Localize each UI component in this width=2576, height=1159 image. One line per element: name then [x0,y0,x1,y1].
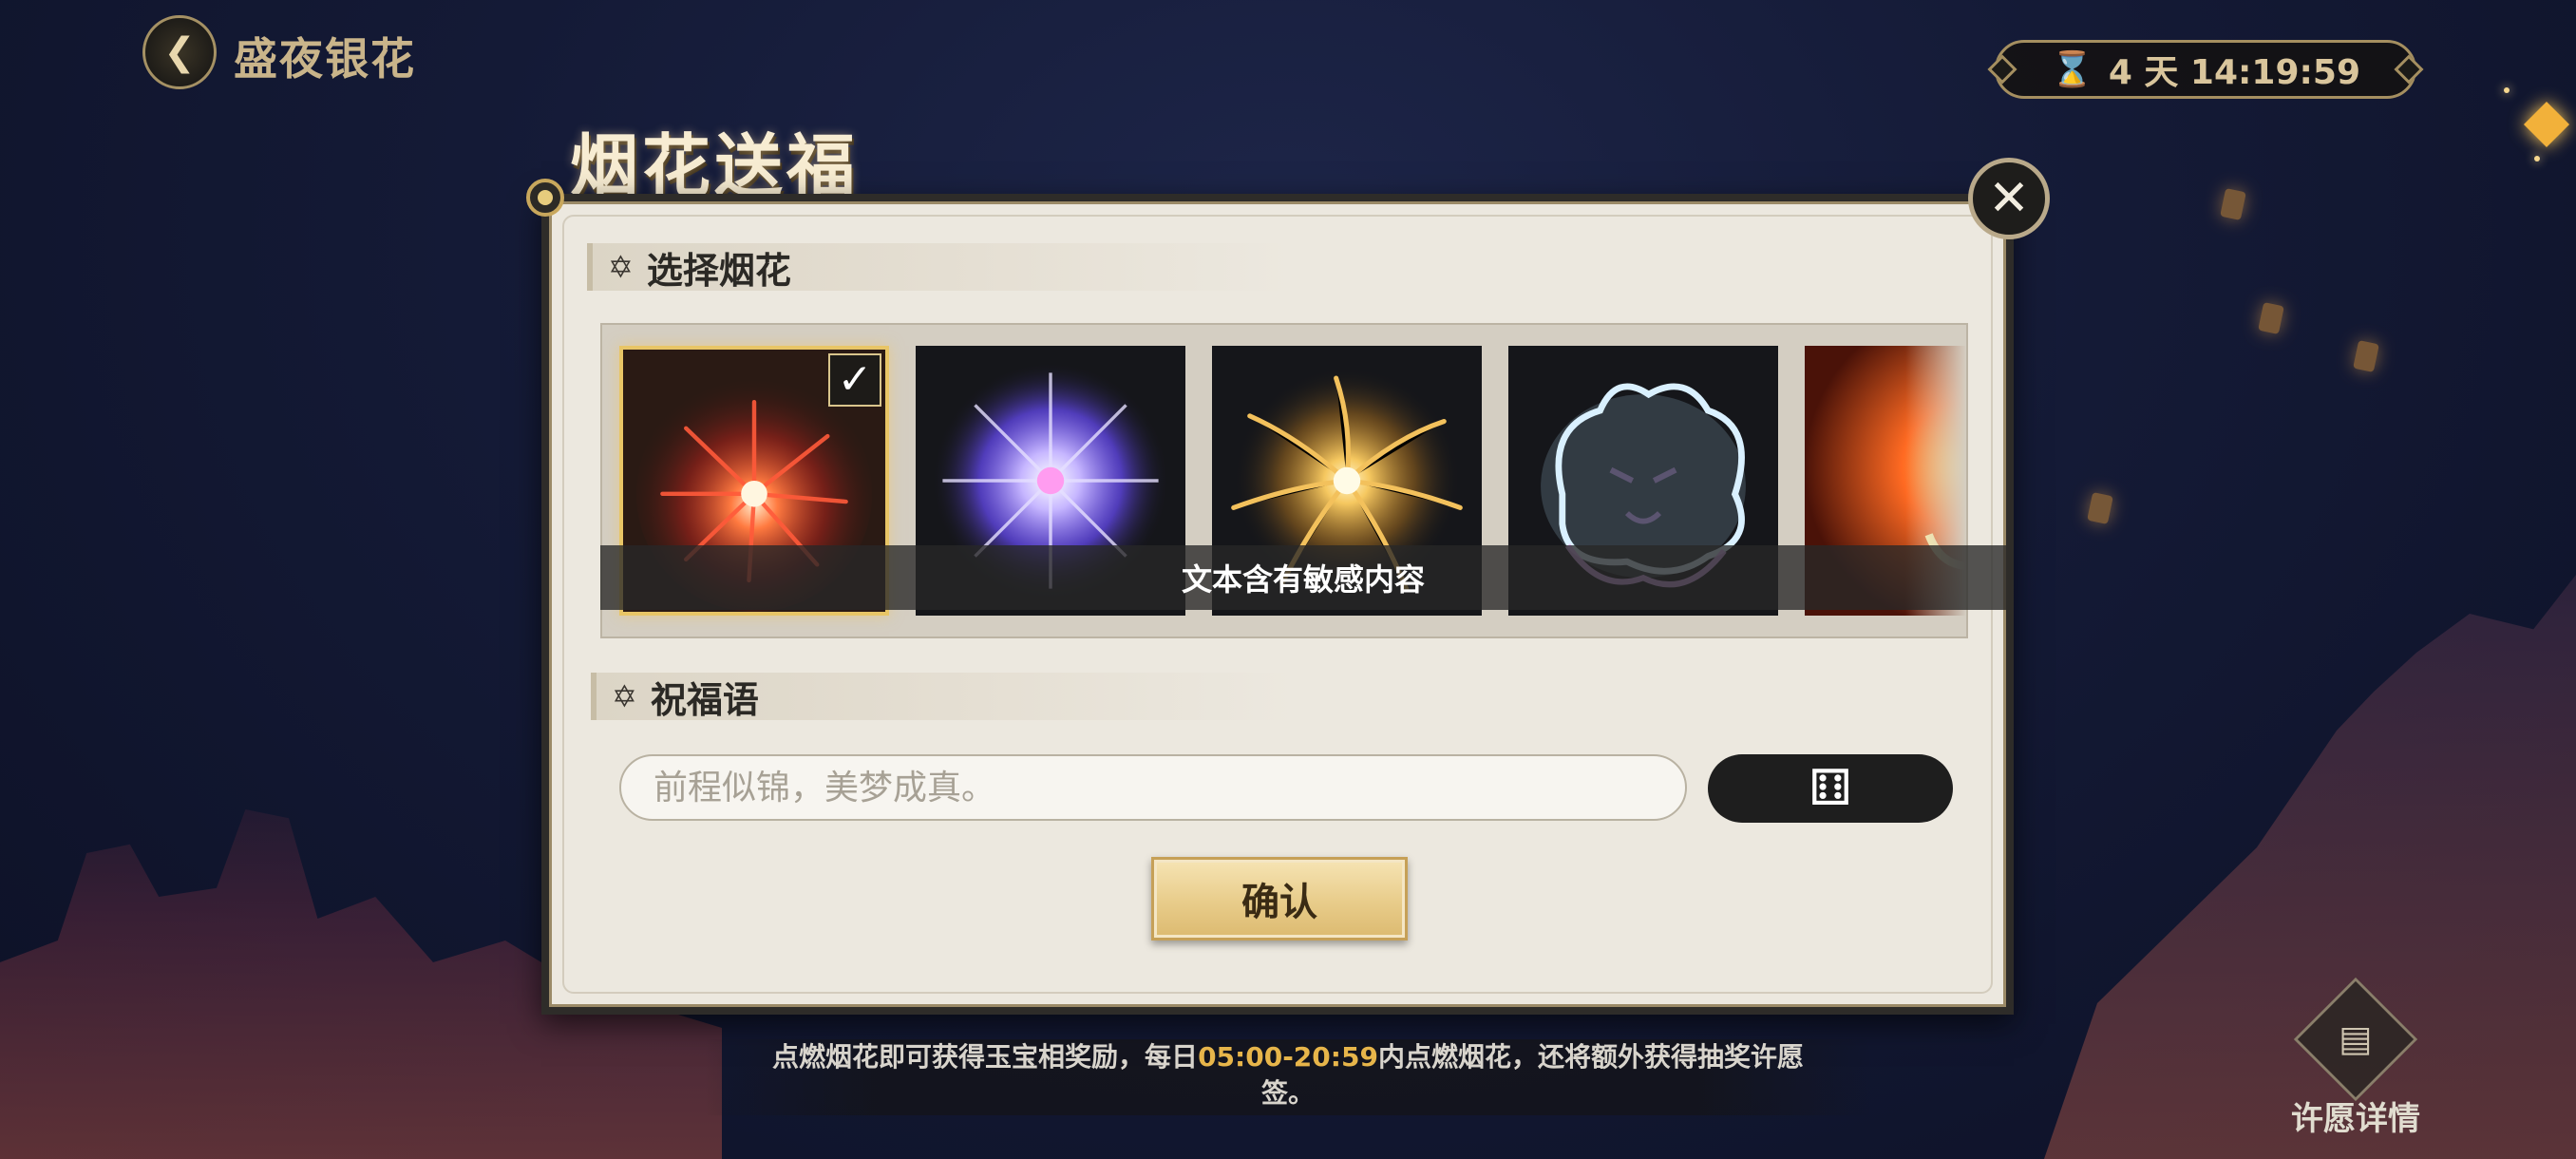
wish-detail-button[interactable]: ▤ 许愿详情 [2280,977,2432,1139]
back-arrow-icon: ❮ [163,30,196,74]
pin-icon [526,179,564,217]
countdown-timer: ⌛ 4 天 14:19:59 [1995,40,2416,99]
dice-icon: ⚅ [1809,760,1852,817]
star-decoration [2504,87,2510,93]
flower-icon: ✡ [608,249,634,285]
random-blessing-button[interactable]: ⚅ [1708,754,1953,823]
section-title-firework: 选择烟花 [646,249,791,292]
section-title-blessing: 祝福语 [650,678,759,721]
timer-text: 4 天 14:19:59 [2108,53,2361,92]
close-button[interactable]: ✕ [1968,158,2050,239]
diamond-icon[interactable] [2523,101,2570,148]
reward-note: 点燃烟花即可获得玉宝相奖励，每日05:00-20:59内点燃烟花，还将额外获得抽… [705,1039,1871,1115]
book-icon: ▤ [2293,977,2418,1102]
sensitive-content-notice: 文本含有敏感内容 [600,545,2006,610]
reward-note-line2: 签。 [1260,1077,1315,1109]
star-decoration [2534,156,2540,162]
blessing-input[interactable] [619,754,1687,821]
hourglass-icon: ⌛ [2050,50,2093,89]
close-icon: ✕ [1988,170,2030,227]
lantern-decoration [2353,340,2379,372]
event-title: 盛夜银花 [234,33,416,85]
reward-note-line1: 点燃烟花即可获得玉宝相奖励，每日05:00-20:59内点燃烟花，还将额外获得抽… [772,1041,1804,1073]
section-header-firework: ✡ 选择烟花 [587,243,1290,292]
section-header-blessing: ✡ 祝福语 [591,673,1294,721]
lantern-decoration [2258,302,2284,334]
lantern-decoration [2087,492,2113,524]
confirm-button[interactable]: 确认 [1151,857,1408,940]
reward-time: 05:00-20:59 [1198,1041,1378,1073]
flower-icon: ✡ [612,678,637,714]
check-icon: ✓ [828,353,881,407]
back-button[interactable]: ❮ [142,15,217,89]
lantern-decoration [2220,188,2246,220]
